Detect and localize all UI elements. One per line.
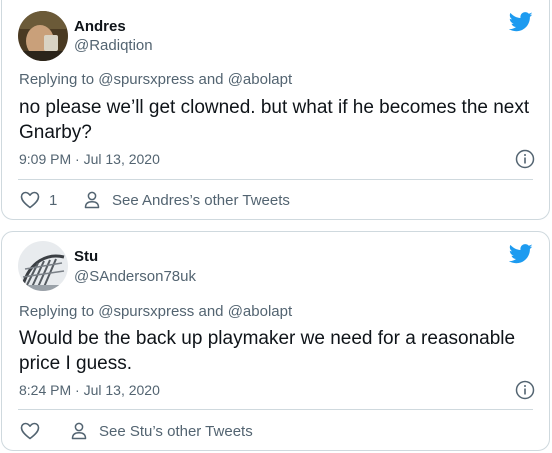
mention-link[interactable]: @spursxpress <box>98 303 194 320</box>
tweet-timestamp[interactable]: 9:09 PM · Jul 13, 2020 <box>19 151 160 167</box>
see-other-tweets-link[interactable]: See Stu’s other Tweets <box>70 422 253 440</box>
replying-to: Replying to @spursxpress and @abolapt <box>19 303 292 320</box>
replying-to: Replying to @spursxpress and @abolapt <box>19 71 292 88</box>
person-icon <box>83 191 101 209</box>
replying-prefix: Replying to <box>19 303 99 320</box>
avatar[interactable] <box>18 241 68 291</box>
divider <box>18 409 533 410</box>
heart-icon <box>20 191 40 209</box>
tweet-card[interactable]: Stu @SAnderson78uk Replying to @spursxpr… <box>1 231 550 451</box>
replying-conjunction: and <box>194 71 228 88</box>
author-name[interactable]: Stu <box>74 248 98 265</box>
heart-icon <box>20 422 40 440</box>
twitter-bird-icon[interactable] <box>508 12 533 32</box>
twitter-bird-icon[interactable] <box>508 244 533 264</box>
mention-link[interactable]: @abolapt <box>228 303 292 320</box>
like-button[interactable] <box>20 422 49 440</box>
replying-conjunction: and <box>194 303 228 320</box>
author-name[interactable]: Andres <box>74 18 126 35</box>
avatar[interactable] <box>18 11 68 61</box>
like-button[interactable]: 1 <box>20 191 57 209</box>
replying-prefix: Replying to <box>19 71 99 88</box>
info-icon[interactable] <box>515 149 535 169</box>
tweet-card[interactable]: Andres @Radiqtion Replying to @spursxpre… <box>1 0 550 220</box>
person-icon <box>70 422 88 440</box>
author-handle[interactable]: @Radiqtion <box>74 37 153 54</box>
see-other-tweets-label: See Stu’s other Tweets <box>99 422 253 440</box>
author-handle[interactable]: @SAnderson78uk <box>74 268 196 285</box>
mention-link[interactable]: @abolapt <box>228 71 292 88</box>
see-other-tweets-link[interactable]: See Andres’s other Tweets <box>83 191 290 209</box>
see-other-tweets-label: See Andres’s other Tweets <box>112 191 290 209</box>
mention-link[interactable]: @spursxpress <box>98 71 194 88</box>
info-icon[interactable] <box>515 380 535 400</box>
divider <box>18 179 533 180</box>
tweet-text: no please we’ll get clowned. but what if… <box>19 97 530 143</box>
tweet-text: Would be the back up playmaker we need f… <box>19 328 516 374</box>
tweet-timestamp[interactable]: 8:24 PM · Jul 13, 2020 <box>19 382 160 398</box>
like-count: 1 <box>49 191 58 209</box>
